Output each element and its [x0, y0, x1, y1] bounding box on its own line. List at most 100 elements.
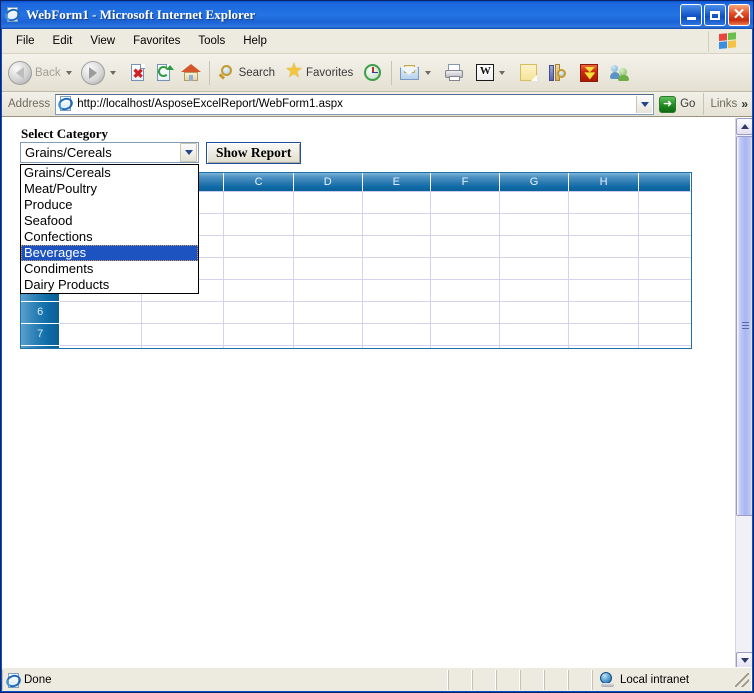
security-zone[interactable]: Local intranet [592, 669, 752, 690]
dropdown-option[interactable]: Seafood [21, 213, 198, 229]
grid-cell[interactable] [568, 257, 639, 280]
dropdown-option[interactable]: Grains/Cereals [21, 165, 198, 181]
grid-cell[interactable] [638, 345, 691, 348]
grid-cell[interactable] [568, 301, 639, 324]
resize-grip-icon[interactable] [735, 672, 749, 687]
dropdown-option[interactable]: Condiments [21, 261, 198, 277]
dropdown-option[interactable]: Meat/Poultry [21, 181, 198, 197]
grid-cell[interactable] [568, 213, 639, 236]
grid-cell[interactable] [499, 191, 570, 214]
close-button[interactable]: ✕ [728, 4, 750, 26]
home-button[interactable] [179, 55, 203, 91]
grid-column-header[interactable]: F [430, 173, 500, 192]
search-button[interactable]: Search [216, 55, 277, 91]
stop-button[interactable]: ✖ [127, 55, 149, 91]
grid-cell[interactable] [223, 213, 294, 236]
notes-button[interactable] [518, 55, 539, 91]
grid-cell[interactable] [223, 345, 294, 348]
grid-cell[interactable] [223, 301, 294, 324]
grid-cell[interactable] [223, 257, 294, 280]
grid-cell[interactable] [293, 257, 363, 280]
grid-cell[interactable] [430, 345, 500, 348]
grid-cell[interactable] [293, 279, 363, 302]
grid-cell[interactable] [362, 279, 432, 302]
minimize-button[interactable] [680, 4, 702, 26]
grid-row-header[interactable]: 8 [21, 345, 61, 348]
grid-cell[interactable] [293, 191, 363, 214]
grid-cell[interactable] [568, 279, 639, 302]
address-dropdown-button[interactable] [636, 95, 653, 113]
scroll-up-button[interactable] [736, 118, 752, 135]
vertical-scrollbar[interactable] [735, 118, 752, 668]
grid-cell[interactable] [499, 257, 570, 280]
grid-cell[interactable] [362, 257, 432, 280]
menu-help[interactable]: Help [235, 33, 275, 49]
grid-column-header[interactable] [638, 173, 691, 192]
grid-cell[interactable] [362, 345, 432, 348]
grid-cell[interactable] [362, 235, 432, 258]
dropdown-option[interactable]: Dairy Products [21, 277, 198, 293]
print-button[interactable] [442, 55, 466, 91]
dropdown-option[interactable]: Beverages [21, 245, 198, 261]
grid-cell[interactable] [638, 257, 691, 280]
grid-cell[interactable] [499, 345, 570, 348]
grid-cell[interactable] [141, 301, 225, 324]
history-button[interactable] [361, 55, 385, 91]
back-button[interactable]: Back [6, 55, 79, 91]
grid-cell[interactable] [430, 191, 500, 214]
grid-cell[interactable] [362, 301, 432, 324]
grid-cell[interactable] [430, 235, 500, 258]
grid-cell[interactable] [638, 213, 691, 236]
grid-cell[interactable] [59, 323, 143, 346]
grid-cell[interactable] [638, 235, 691, 258]
grid-cell[interactable] [430, 213, 500, 236]
grid-cell[interactable] [499, 301, 570, 324]
menu-file[interactable]: File [8, 33, 43, 49]
grid-row-header[interactable]: 6 [21, 301, 61, 324]
back-dropdown-icon[interactable] [65, 70, 72, 75]
grid-cell[interactable] [293, 301, 363, 324]
grid-cell[interactable] [430, 257, 500, 280]
mail-button[interactable] [398, 55, 438, 91]
menu-favorites[interactable]: Favorites [125, 33, 188, 49]
grid-column-header[interactable]: G [499, 173, 570, 192]
grid-cell[interactable] [638, 191, 691, 214]
grid-cell[interactable] [499, 213, 570, 236]
messenger-red-button[interactable] [578, 55, 600, 91]
scroll-down-button[interactable] [736, 652, 752, 668]
grid-cell[interactable] [362, 191, 432, 214]
grid-cell[interactable] [362, 213, 432, 236]
address-input[interactable]: http://localhost/AsposeExcelReport/WebFo… [55, 93, 655, 115]
menu-tools[interactable]: Tools [190, 33, 233, 49]
menu-view[interactable]: View [82, 33, 123, 49]
grid-row-header[interactable]: 7 [21, 323, 61, 346]
go-button[interactable]: ➜ Go [659, 95, 695, 113]
show-report-button[interactable]: Show Report [206, 142, 302, 164]
grid-cell[interactable] [293, 235, 363, 258]
grid-cell[interactable] [223, 235, 294, 258]
menu-edit[interactable]: Edit [45, 33, 81, 49]
windows-flag-button[interactable] [708, 31, 748, 52]
forward-dropdown-icon[interactable] [109, 70, 116, 75]
grid-cell[interactable] [141, 345, 225, 348]
grid-cell[interactable] [499, 279, 570, 302]
grid-cell[interactable] [430, 301, 500, 324]
maximize-button[interactable] [704, 4, 726, 26]
favorites-button[interactable]: ★ Favorites [283, 55, 355, 91]
refresh-button[interactable] [153, 55, 175, 91]
grid-cell[interactable] [430, 323, 500, 346]
grid-cell[interactable] [638, 323, 691, 346]
grid-cell[interactable] [499, 323, 570, 346]
grid-cell[interactable] [293, 345, 363, 348]
grid-cell[interactable] [223, 323, 294, 346]
grid-cell[interactable] [499, 235, 570, 258]
grid-cell[interactable] [293, 213, 363, 236]
edit-word-button[interactable]: W [474, 55, 512, 91]
dropdown-option[interactable]: Confections [21, 229, 198, 245]
category-dropdown-list[interactable]: Grains/Cereals Meat/Poultry Produce Seafood… [20, 164, 199, 294]
grid-column-header[interactable]: H [568, 173, 639, 192]
grid-cell[interactable] [59, 345, 143, 348]
category-combobox[interactable]: Grains/Cereals [20, 142, 199, 163]
links-bar[interactable]: Links » [703, 93, 752, 115]
forward-button[interactable] [79, 55, 123, 91]
